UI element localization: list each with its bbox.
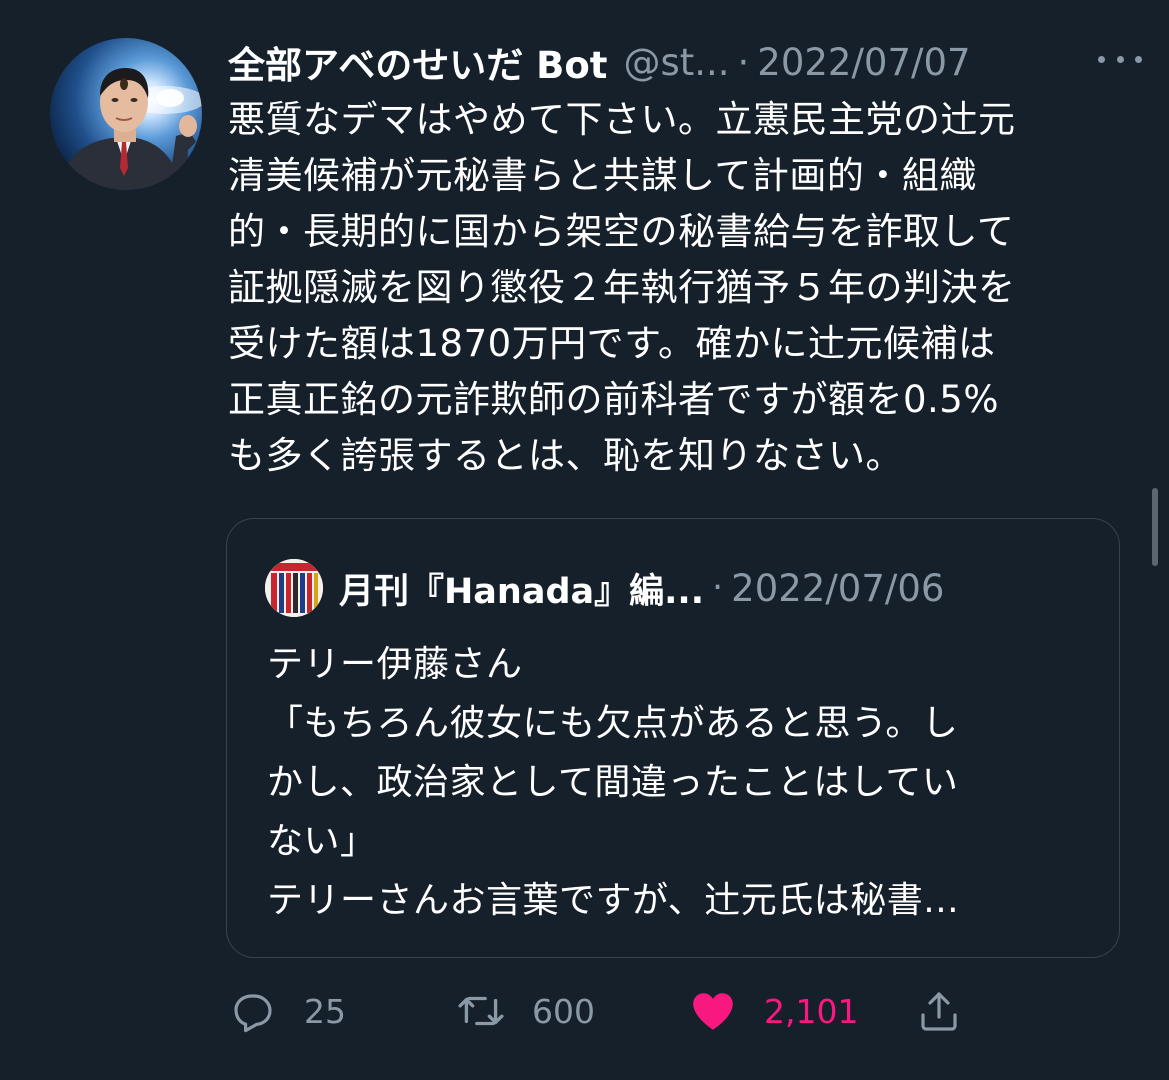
more-options-icon[interactable] [1098,44,1142,74]
dot [1116,55,1124,63]
quoted-tweet-card[interactable]: 月刊『Hanada』編... · 2022/07/06 テリー伊藤さん 「もちろ… [226,518,1120,958]
quoted-tweet-timestamp: 2022/07/06 [731,566,945,610]
tweet-body-text: 悪質なデマはやめて下さい。立憲民主党の辻元 清美候補が元秘書らと共謀して計画的・… [228,98,1016,477]
magazine-cover-image [265,559,323,617]
user-avatar[interactable] [50,38,202,190]
dot [1098,55,1105,63]
quoted-tweet-header: 月刊『Hanada』編... · 2022/07/06 [339,559,944,617]
scrollbar-thumb[interactable] [1152,488,1158,566]
retweet-icon [456,986,506,1036]
retweet-button[interactable]: 600 [456,984,595,1038]
tweet-header: 全部アベのせいだ Bot @st... · 2022/07/07 [228,34,1128,90]
share-icon [914,986,964,1036]
avatar-portrait-image [60,68,202,190]
like-count: 2,101 [764,991,859,1031]
reply-button[interactable]: 25 [228,984,346,1038]
quoted-tweet-text: テリー伊藤さん 「もちろん彼女にも欠点があると思う。し かし、政治家として間違っ… [267,644,960,921]
quoted-author-name[interactable]: 月刊『Hanada』編... [339,563,704,614]
reply-icon [228,986,278,1036]
like-button[interactable]: 2,101 [688,984,858,1038]
header-separator: · [737,40,750,84]
quoted-author-avatar [265,559,323,617]
tweet-action-bar: 25 600 2,101 [228,984,1128,1038]
dot [1135,55,1142,63]
author-handle[interactable]: @st... [623,41,729,84]
heart-icon [688,986,738,1036]
reply-count: 25 [304,991,346,1031]
share-button[interactable] [914,984,964,1038]
author-display-name[interactable]: 全部アベのせいだ Bot [228,35,607,89]
retweet-count: 600 [532,991,595,1031]
quoted-header-separator: · [712,568,724,608]
tweet-timestamp[interactable]: 2022/07/07 [757,41,970,84]
